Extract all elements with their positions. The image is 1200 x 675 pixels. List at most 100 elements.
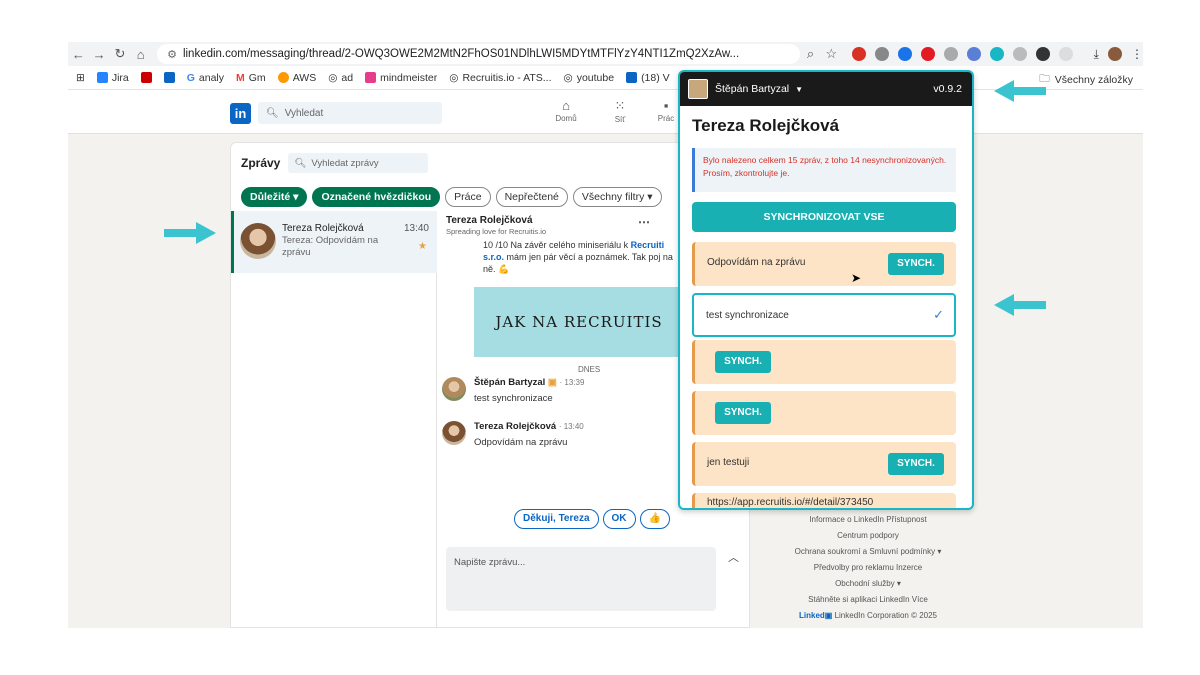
site-settings-icon[interactable]: ⚙	[167, 48, 177, 61]
bookmark[interactable]: ◎ youtube	[564, 72, 615, 84]
sync-all-button[interactable]: SYNCHRONIZOVAT VSE	[692, 202, 956, 232]
message-time: · 13:40	[558, 422, 584, 431]
author-name[interactable]: Štěpán Bartyzal	[474, 377, 545, 388]
apps-icon[interactable]: ⊞	[76, 72, 85, 84]
screenshot-stage: ← → ↻ ⌂ ⚙ linkedin.com/messaging/thread/…	[0, 0, 1200, 675]
quick-replies: Děkuji, Tereza OK 👍	[514, 509, 670, 529]
thread-name[interactable]: Tereza Rolejčková	[446, 215, 533, 226]
back-icon[interactable]: ←	[68, 47, 89, 62]
bookmark-star-icon[interactable]: ☆	[821, 46, 842, 62]
sync-button[interactable]: SYNCH.	[715, 402, 771, 424]
bookmark[interactable]: Ganaly	[187, 72, 224, 84]
quick-reply-thanks[interactable]: Děkuji, Tereza	[514, 509, 599, 529]
puzzle-icon[interactable]	[1058, 47, 1073, 61]
message-item: https://app.recruitis.io/#/detail/373450	[692, 493, 956, 508]
forward-icon[interactable]: →	[89, 47, 110, 62]
avatar[interactable]	[442, 421, 466, 445]
more-options-icon[interactable]: ⋯	[638, 215, 650, 229]
footer-link[interactable]: Obchodní služby ▾	[768, 576, 968, 592]
bookmark[interactable]: M Gm	[236, 72, 266, 84]
extension-icon[interactable]	[1012, 47, 1027, 61]
compose-field[interactable]: Napište zprávu...	[446, 547, 716, 611]
bookmark-label: Recruitis.io - ATS...	[462, 71, 552, 84]
filter-jobs[interactable]: Práce	[445, 187, 491, 207]
extension-icons: ⤓ ⋮	[851, 47, 1143, 62]
conversation-item[interactable]: Tereza Rolejčková 13:40 Tereza: Odpovídá…	[231, 211, 437, 273]
bookmark-label: Gm	[248, 71, 266, 84]
user-avatar	[688, 79, 708, 99]
quick-reply-thumbs-up[interactable]: 👍	[639, 509, 670, 529]
bookmark[interactable]: ◎ ad	[328, 72, 353, 84]
message-search-input[interactable]: 🔍︎ Vyhledat zprávy	[288, 153, 429, 173]
network-icon: ⁙	[614, 98, 626, 113]
url-field[interactable]: ⚙ linkedin.com/messaging/thread/2-OWQ3OW…	[157, 44, 801, 64]
footer-link[interactable]: Centrum podpory	[768, 528, 968, 544]
zoom-icon[interactable]: ⌕	[800, 46, 821, 62]
reload-icon[interactable]: ↻	[110, 46, 131, 62]
opera-icon[interactable]	[920, 47, 935, 61]
globe-icon: ◎	[449, 71, 459, 84]
bookmark[interactable]	[140, 72, 152, 83]
version-label: v0.9.2	[933, 83, 962, 95]
messaging-title: Zprávy	[241, 156, 281, 170]
linkedin-search-input[interactable]: 🔍︎ Vyhledat	[258, 102, 442, 124]
recruitis-extension-popup: Štěpán Bartyzal ▼ v0.9.2 Tereza Rolejčko…	[678, 70, 974, 510]
camera-icon[interactable]	[874, 47, 889, 61]
sync-button[interactable]: SYNCH.	[888, 253, 944, 275]
filter-starred[interactable]: Označené hvězdičkou	[312, 187, 441, 207]
linkedin-icon	[163, 72, 175, 83]
linkedin-logo[interactable]: in	[230, 103, 251, 124]
message-item-text[interactable]: https://app.recruitis.io/#/detail/373450	[707, 497, 873, 508]
quick-reply-ok[interactable]: OK	[602, 509, 636, 529]
thread-subtitle: Spreading love for Recruitis.io	[446, 227, 547, 236]
footer-link[interactable]: Předvolby pro reklamu Inzerce	[768, 560, 968, 576]
premium-icon: ▣	[547, 377, 557, 388]
bookmark-label: analy	[198, 71, 225, 84]
menu-icon[interactable]: ⋮	[1131, 47, 1143, 61]
message-author: Štěpán Bartyzal ▣ · 13:39	[474, 377, 584, 388]
image-banner[interactable]: JAK NA RECRUITIS	[474, 287, 684, 357]
all-bookmarks[interactable]: 🗀 Všechny záložky	[1039, 71, 1133, 89]
bookmark[interactable]: (18) V	[626, 72, 670, 84]
sync-button[interactable]: SYNCH.	[715, 351, 771, 373]
globe-icon: ◎	[328, 71, 338, 84]
recruitis-extension-icon[interactable]	[989, 47, 1004, 61]
footer-link[interactable]: Ochrana soukromí a Smluvní podmínky ▾	[768, 544, 968, 560]
message-item-text: jen testuji	[707, 457, 750, 468]
message-item: SYNCH.	[692, 340, 956, 384]
author-name[interactable]: Tereza Rolejčková	[474, 421, 556, 432]
user-name[interactable]: Štěpán Bartyzal	[715, 83, 789, 95]
chevron-up-icon[interactable]: ︿	[728, 549, 739, 565]
messaging-header: Zprávy 🔍︎ Vyhledat zprávy	[231, 143, 751, 183]
download-icon[interactable]: ⤓	[1094, 47, 1099, 62]
bookmark[interactable]: Jira	[96, 72, 129, 84]
extension-icon[interactable]	[966, 47, 981, 61]
arrow-right-icon	[164, 222, 216, 244]
footer-link[interactable]: Stáhněte si aplikaci LinkedIn Více	[768, 592, 968, 608]
bookmark-label: mindmeister	[380, 71, 438, 84]
nav-home[interactable]: ⌂ Domů	[546, 98, 586, 123]
linkedin-icon	[626, 72, 638, 83]
extension-icon[interactable]	[943, 47, 958, 61]
search-placeholder: Vyhledat zprávy	[311, 157, 379, 169]
bookmark[interactable]	[163, 72, 175, 83]
profile-avatar[interactable]	[1107, 47, 1122, 61]
chevron-down-icon[interactable]: ▼	[795, 85, 803, 94]
home-icon[interactable]: ⌂	[130, 47, 151, 62]
filter-all[interactable]: Všechny filtry ▾	[572, 187, 662, 207]
bookmark[interactable]: AWS	[277, 72, 316, 84]
filter-unread[interactable]: Nepřečtené	[495, 187, 568, 207]
filter-important[interactable]: Důležité ▾	[241, 187, 308, 207]
sync-button[interactable]: SYNCH.	[888, 453, 944, 475]
extension-icon[interactable]	[897, 47, 912, 61]
footer-link[interactable]: Informace o LinkedIn Přístupnost	[768, 512, 968, 528]
message-text: 10 /10 Na závěr celého miniseriálu k	[483, 240, 631, 250]
extension-icon[interactable]	[1035, 47, 1050, 61]
bookmark[interactable]: mindmeister	[365, 72, 437, 84]
avatar[interactable]	[442, 377, 466, 401]
bookmark[interactable]: ◎ Recruitis.io - ATS...	[449, 72, 551, 84]
address-bar: ← → ↻ ⌂ ⚙ linkedin.com/messaging/thread/…	[68, 42, 1143, 66]
extension-icon[interactable]	[851, 47, 866, 61]
nav-network[interactable]: ⁙ Síť	[600, 98, 640, 124]
star-icon[interactable]: ★	[418, 241, 427, 252]
